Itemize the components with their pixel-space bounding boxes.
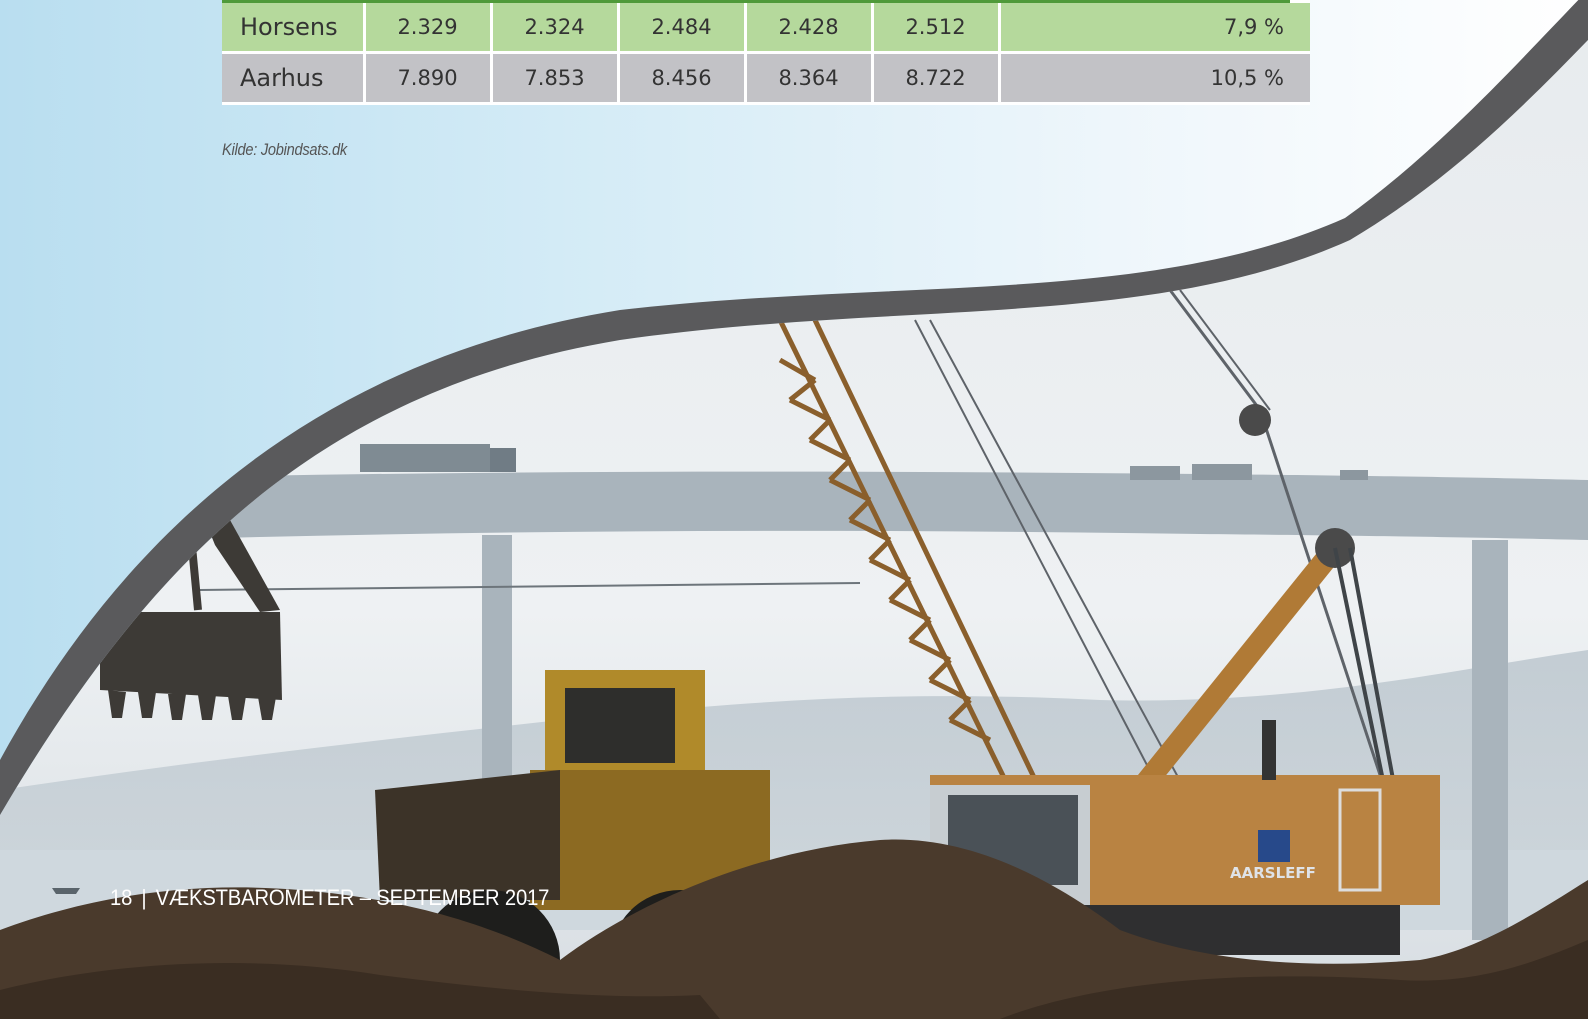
cell-value: 2.512: [872, 1, 1001, 54]
page-footer: 18 | VÆKSTBAROMETER – SEPTEMBER 2017: [110, 885, 549, 911]
cell-value: 7.853: [491, 52, 620, 105]
row-label: Aarhus: [222, 52, 366, 105]
cell-value: 8.722: [872, 52, 1001, 105]
row-label: Horsens: [222, 1, 366, 54]
cell-value: 8.456: [618, 52, 747, 105]
cell-value: 8.364: [745, 52, 874, 105]
cell-change: 10,5 %: [999, 52, 1310, 105]
cell-value: 2.484: [618, 1, 747, 54]
cell-value: 2.324: [491, 1, 620, 54]
cell-value: 2.428: [745, 1, 874, 54]
footer-separator: |: [141, 885, 147, 910]
cell-value: 2.329: [364, 1, 493, 54]
source-note: Kilde: Jobindsats.dk: [222, 140, 347, 159]
cell-change: 7,9 %: [999, 1, 1310, 54]
publication-title: VÆKSTBAROMETER – SEPTEMBER 2017: [155, 885, 550, 910]
page-number: 18: [110, 885, 133, 910]
table-top-rule: [222, 0, 1290, 3]
statistics-table: Horsens 2.329 2.324 2.484 2.428 2.512 7,…: [222, 0, 1310, 105]
cell-value: 7.890: [364, 52, 493, 105]
table-row: Aarhus 7.890 7.853 8.456 8.364 8.722 10,…: [222, 52, 1310, 105]
crane-brand-label: AARSLEFF: [1230, 864, 1316, 882]
table-row: Horsens 2.329 2.324 2.484 2.428 2.512 7,…: [222, 1, 1310, 54]
